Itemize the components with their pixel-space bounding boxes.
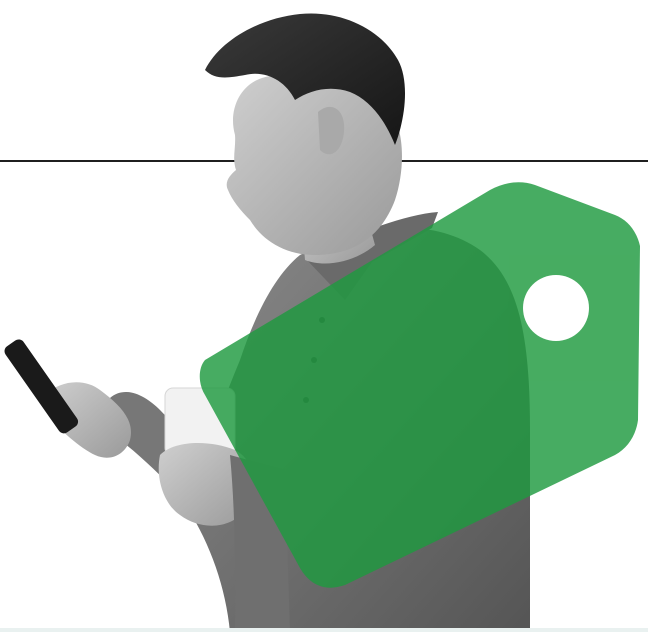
photo-illustration <box>4 13 640 632</box>
bottom-strip <box>0 628 648 632</box>
hero-image <box>0 0 648 632</box>
tag-hole <box>523 275 589 341</box>
